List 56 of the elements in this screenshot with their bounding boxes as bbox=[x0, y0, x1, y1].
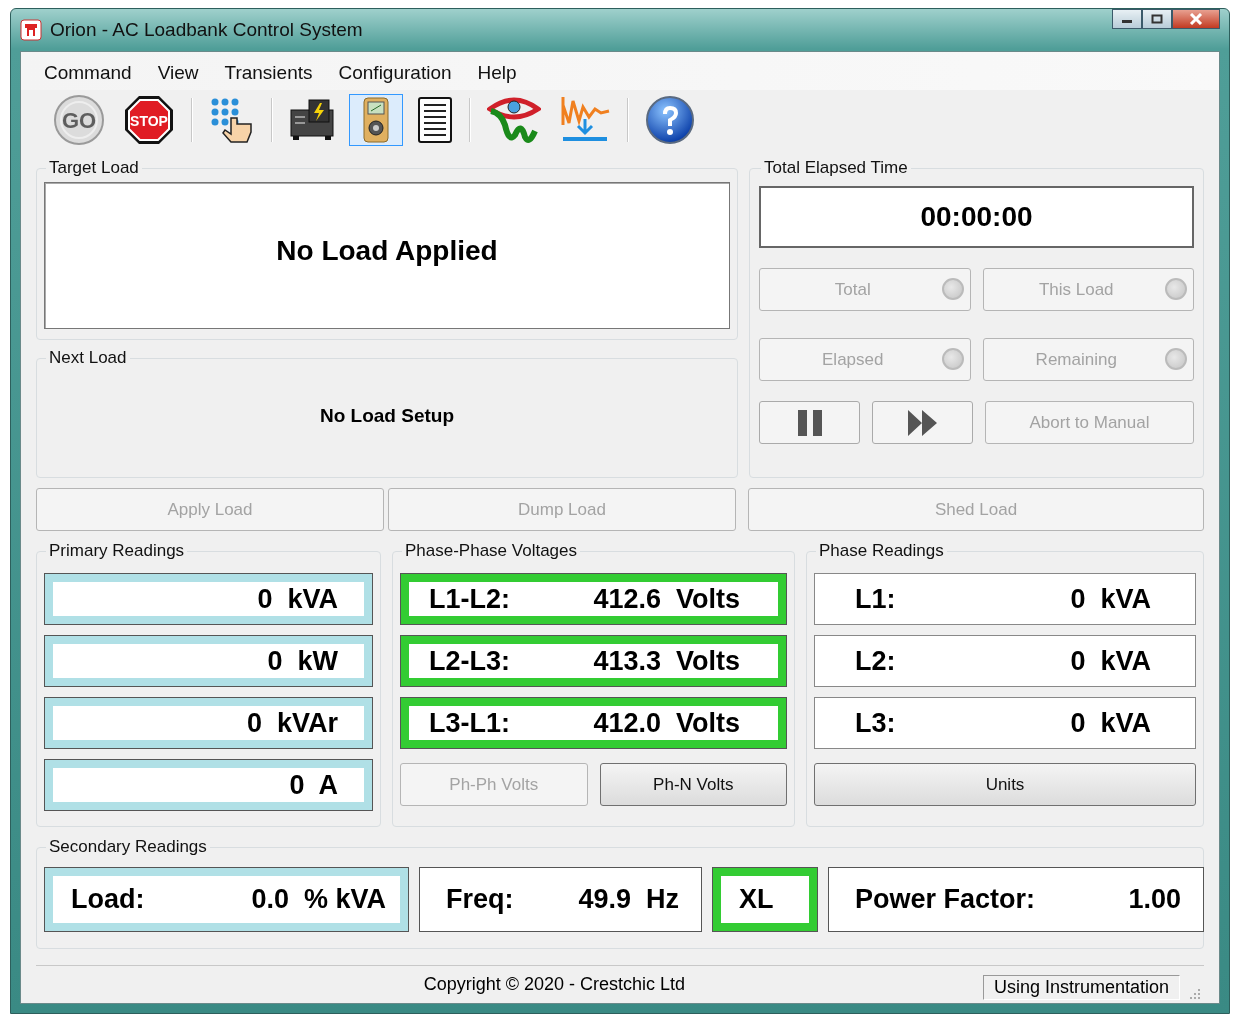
group-title: Phase-Phase Voltages bbox=[404, 541, 578, 561]
menu-item[interactable]: Transients bbox=[215, 60, 322, 86]
group-title: Next Load bbox=[48, 348, 128, 368]
window-title: Orion - AC Loadbank Control System bbox=[50, 19, 363, 41]
group-title: Target Load bbox=[48, 158, 140, 178]
reading-value: 0 kVA bbox=[1070, 707, 1151, 739]
reading-label: L3: bbox=[855, 707, 897, 739]
reading-value: 0 kVA bbox=[1070, 583, 1151, 615]
minimize-button[interactable] bbox=[1112, 9, 1142, 29]
group-title: Phase Readings bbox=[818, 541, 945, 561]
maximize-button[interactable] bbox=[1142, 9, 1172, 29]
target-load-text: No Load Applied bbox=[276, 234, 498, 267]
menu-item[interactable]: Command bbox=[35, 60, 141, 86]
reading-value: 0 A bbox=[289, 769, 338, 801]
reading-value: 1.00 bbox=[1128, 884, 1181, 915]
reading-label: L3-L1: bbox=[429, 707, 511, 739]
reading-label: XL bbox=[739, 884, 775, 915]
reading-label: L2: bbox=[855, 645, 897, 677]
group-title: Primary Readings bbox=[48, 541, 186, 561]
reading-value: 49.9 Hz bbox=[578, 884, 679, 915]
menu-item[interactable]: View bbox=[148, 60, 208, 86]
reading-label: Load: bbox=[71, 884, 146, 915]
group-title: Secondary Readings bbox=[48, 837, 208, 857]
mode-button[interactable]: Ph-N Volts bbox=[599, 763, 787, 806]
reading-label: Freq: bbox=[446, 884, 515, 915]
meter-icon[interactable] bbox=[362, 96, 390, 144]
pause-icon bbox=[796, 408, 823, 437]
group-title: Total Elapsed Time bbox=[763, 158, 909, 178]
app-icon bbox=[20, 19, 42, 41]
reading-value: 0 kVA bbox=[257, 583, 338, 615]
reading-value: 413.3 Volts bbox=[593, 645, 740, 677]
close-icon bbox=[1189, 13, 1203, 25]
reading-value: 412.0 Volts bbox=[593, 707, 740, 739]
reading-value: 0 kW bbox=[267, 645, 338, 677]
units-button[interactable]: Units bbox=[814, 763, 1196, 806]
reading-label: L1: bbox=[855, 583, 897, 615]
copyright-text: Copyright © 2020 - Crestchic Ltd bbox=[422, 974, 687, 995]
reading-value: 0 kVA bbox=[1070, 645, 1151, 677]
next-load-text: No Load Setup bbox=[319, 405, 455, 427]
menu-item[interactable]: Help bbox=[468, 60, 526, 86]
skip-button[interactable] bbox=[872, 401, 973, 444]
reading-label: Power Factor: bbox=[855, 884, 1037, 915]
reading-value: 0.0 % kVA bbox=[251, 884, 386, 915]
reading-value: 412.6 Volts bbox=[593, 583, 740, 615]
resize-grip-icon bbox=[1189, 988, 1201, 1000]
reading-label: L2-L3: bbox=[429, 645, 511, 677]
fast-forward-icon bbox=[906, 408, 939, 437]
maximize-icon bbox=[1151, 14, 1163, 24]
toolbar-button[interactable] bbox=[349, 94, 403, 146]
status-panel: Using Instrumentation bbox=[982, 975, 1180, 1000]
reading-label: L1-L2: bbox=[429, 583, 511, 615]
menu-item[interactable]: Configuration bbox=[329, 60, 461, 86]
pause-button[interactable] bbox=[759, 401, 860, 444]
reading-value: 0 kVAr bbox=[246, 707, 338, 739]
close-button[interactable] bbox=[1172, 9, 1220, 29]
elapsed-time: 00:00:00 bbox=[920, 201, 1033, 233]
